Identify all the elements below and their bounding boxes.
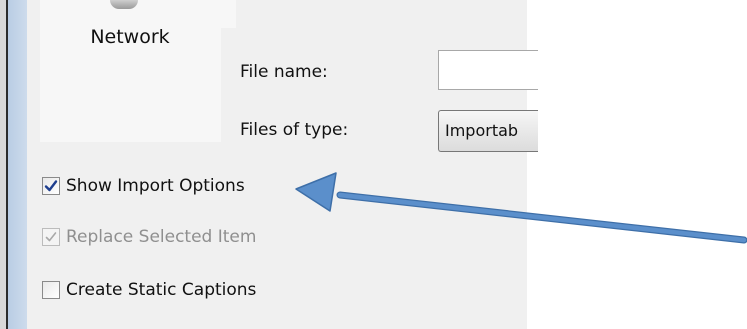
files-of-type-select[interactable]: Importab <box>438 110 538 152</box>
replace-selected-item-checkbox <box>42 228 60 246</box>
window-edge <box>0 0 8 329</box>
checkmark-icon <box>44 180 58 192</box>
replace-selected-item-row: Replace Selected Item <box>42 226 256 248</box>
checkmark-icon <box>45 232 57 242</box>
screenshot-stage: Network File name: Files of type: Import… <box>0 0 747 329</box>
show-import-options-label: Show Import Options <box>66 176 245 196</box>
file-name-label: File name: <box>240 62 328 82</box>
create-static-captions-checkbox[interactable] <box>42 281 60 299</box>
file-name-input[interactable] <box>438 50 538 90</box>
create-static-captions-row[interactable]: Create Static Captions <box>42 279 256 301</box>
places-item-network[interactable] <box>40 0 221 142</box>
network-label: Network <box>90 26 170 48</box>
files-of-type-label: Files of type: <box>240 120 349 140</box>
create-static-captions-label: Create Static Captions <box>66 280 257 300</box>
show-import-options-row[interactable]: Show Import Options <box>42 175 245 197</box>
window-frame-border <box>8 0 27 329</box>
places-bar-extension <box>221 0 236 28</box>
show-import-options-checkbox[interactable] <box>42 177 60 195</box>
replace-selected-item-label: Replace Selected Item <box>66 227 257 247</box>
